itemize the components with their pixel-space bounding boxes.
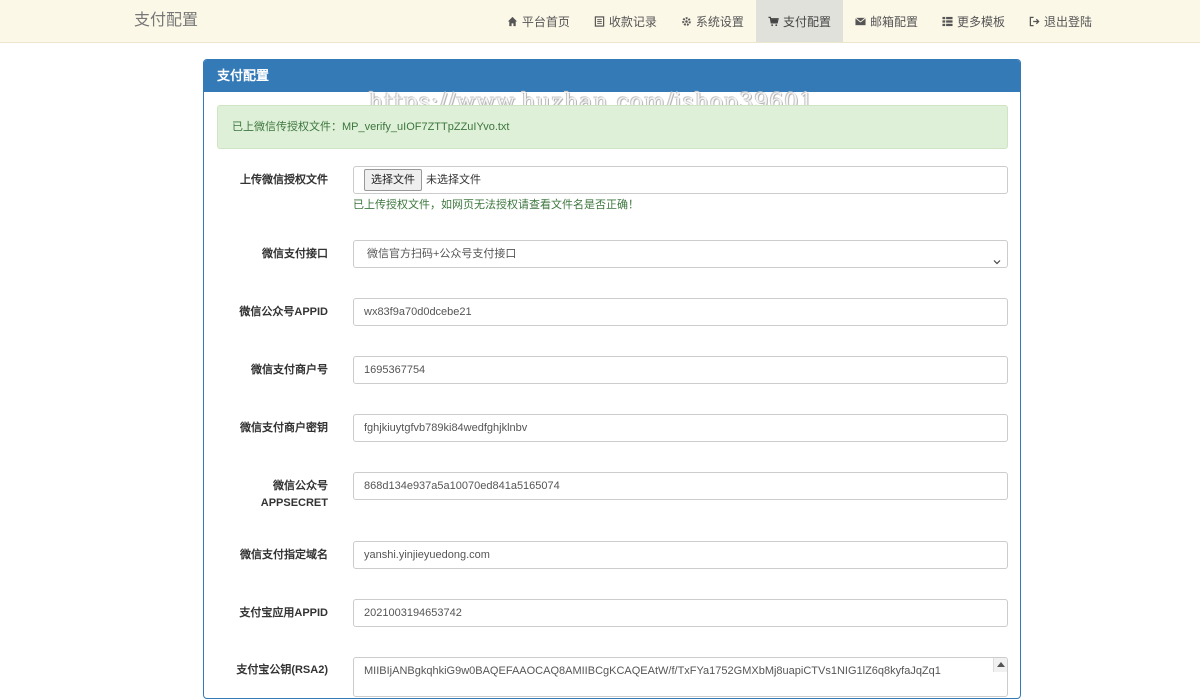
wx-interface-select[interactable]: 微信官方扫码+公众号支付接口 xyxy=(353,240,1008,268)
ali-appid-label: 支付宝应用APPID xyxy=(239,607,328,619)
nav-item-email-config[interactable]: 邮箱配置 xyxy=(843,0,930,42)
wx-mchid-row: 微信支付商户号 1695367754 xyxy=(217,356,1008,384)
th-list-icon xyxy=(942,16,953,27)
wx-domain-label: 微信支付指定域名 xyxy=(240,549,328,561)
wx-interface-label: 微信支付接口 xyxy=(262,248,328,260)
wx-domain-input[interactable]: yanshi.yinjieyuedong.com xyxy=(353,541,1008,569)
nav-item-label: 邮箱配置 xyxy=(869,14,918,29)
ali-appid-input[interactable]: 2021003194653742 xyxy=(353,599,1008,627)
nav-item-label: 支付配置 xyxy=(782,14,831,29)
wx-domain-row: 微信支付指定域名 yanshi.yinjieyuedong.com xyxy=(217,541,1008,569)
nav-item-label: 收款记录 xyxy=(608,14,657,29)
payment-config-panel: 支付配置 https://www.huzhan.com/ishop39601 已… xyxy=(203,59,1021,699)
wx-interface-value: 微信官方扫码+公众号支付接口 xyxy=(367,248,517,260)
upload-help-text: 已上传授权文件，如网页无法授权请查看文件名是否正确！ xyxy=(353,199,639,211)
cart-icon xyxy=(768,16,779,27)
gear-icon xyxy=(681,16,692,27)
wx-mchid-input[interactable]: 1695367754 xyxy=(353,356,1008,384)
nav-item-payment-config[interactable]: 支付配置 xyxy=(755,0,843,42)
envelope-icon xyxy=(855,16,866,27)
nav-item-label: 平台首页 xyxy=(521,14,570,29)
wx-interface-row: 微信支付接口 微信官方扫码+公众号支付接口 xyxy=(217,240,1008,268)
file-input[interactable]: 选择文件 未选择文件 xyxy=(353,166,1008,194)
file-status: 未选择文件 xyxy=(426,174,481,186)
ali-pubkey-row: 支付宝公钥(RSA2) MIIBIjANBgkqhkiG9w0BAQEFAAOC… xyxy=(217,657,1008,697)
wx-secret-label: 微信公众号 APPSECRET xyxy=(217,479,328,510)
list-icon xyxy=(594,15,605,27)
logout-icon xyxy=(1029,16,1040,27)
top-navbar: 支付配置 平台首页 收款记录 系统设置 支付配置 邮箱配置 更多模板 退出登陆 xyxy=(0,0,1200,43)
upload-success-alert: 已上微信传授权文件：MP_verify_uIOF7ZTTpZZuIYvo.txt xyxy=(217,105,1008,149)
nav-item-settings[interactable]: 系统设置 xyxy=(669,0,756,42)
wx-key-label: 微信支付商户密钥 xyxy=(240,422,328,434)
nav-item-label: 退出登陆 xyxy=(1043,14,1092,29)
wx-appid-label: 微信公众号APPID xyxy=(239,306,328,318)
wx-key-row: 微信支付商户密钥 fghjkiuytgfvb789ki84wedfghjklnb… xyxy=(217,414,1008,442)
nav-item-more-templates[interactable]: 更多模板 xyxy=(930,0,1017,42)
nav-item-label: 系统设置 xyxy=(695,14,744,29)
upload-label: 上传微信授权文件 xyxy=(240,174,328,186)
nav-item-home[interactable]: 平台首页 xyxy=(495,0,582,42)
upload-row: 上传微信授权文件 选择文件 未选择文件 已上传授权文件，如网页无法授权请查看文件… xyxy=(217,166,1008,216)
nav-item-logout[interactable]: 退出登陆 xyxy=(1017,0,1104,42)
wx-secret-input[interactable]: 868d134e937a5a10070ed841a5165074 xyxy=(353,472,1008,500)
nav-item-payments[interactable]: 收款记录 xyxy=(582,0,669,42)
ali-pubkey-textarea[interactable]: MIIBIjANBgkqhkiG9w0BAQEFAAOCAQ8AMIIBCgKC… xyxy=(353,657,1008,697)
chevron-down-icon xyxy=(993,250,1001,265)
scroll-up-arrow[interactable] xyxy=(993,658,1007,672)
ali-appid-row: 支付宝应用APPID 2021003194653742 xyxy=(217,599,1008,627)
wx-secret-label-line1: 微信公众号 xyxy=(273,480,328,492)
wx-appid-row: 微信公众号APPID wx83f9a70d0dcebe21 xyxy=(217,298,1008,326)
panel-title: 支付配置 xyxy=(204,60,1020,92)
wx-secret-label-line2: APPSECRET xyxy=(260,497,328,509)
wx-appid-input[interactable]: wx83f9a70d0dcebe21 xyxy=(353,298,1008,326)
home-icon xyxy=(507,16,518,27)
brand-title[interactable]: 支付配置 xyxy=(134,0,198,42)
ali-pubkey-value: MIIBIjANBgkqhkiG9w0BAQEFAAOCAQ8AMIIBCgKC… xyxy=(364,665,941,677)
nav-item-label: 更多模板 xyxy=(956,14,1005,29)
wx-key-input[interactable]: fghjkiuytgfvb789ki84wedfghjklnbv xyxy=(353,414,1008,442)
wx-secret-row: 微信公众号 APPSECRET 868d134e937a5a10070ed841… xyxy=(217,472,1008,512)
wx-mchid-label: 微信支付商户号 xyxy=(251,364,328,376)
nav-menu: 平台首页 收款记录 系统设置 支付配置 邮箱配置 更多模板 退出登陆 xyxy=(495,0,1104,42)
choose-file-button[interactable]: 选择文件 xyxy=(364,169,422,191)
